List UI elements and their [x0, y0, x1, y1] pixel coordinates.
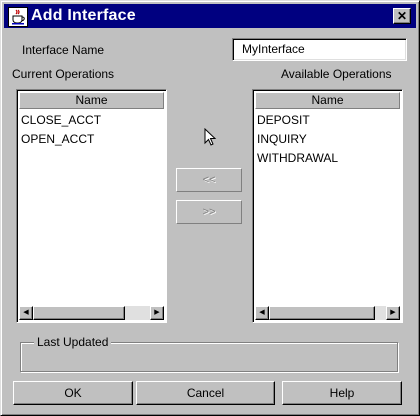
list-item[interactable]: WITHDRAWAL [255, 149, 400, 168]
available-operations-name-header[interactable]: Name [255, 92, 400, 109]
current-operations-hscrollbar[interactable]: ◀ ▶ [19, 306, 164, 320]
current-operations-label: Current Operations [12, 67, 115, 81]
window-title: Add Interface [31, 7, 136, 24]
close-button[interactable]: ✕ [393, 8, 411, 24]
last-updated-label: Last Updated [34, 335, 112, 349]
scroll-right-icon[interactable]: ▶ [386, 306, 400, 320]
mouse-pointer-icon [204, 127, 218, 151]
scroll-left-icon[interactable]: ◀ [19, 306, 33, 320]
list-item[interactable]: CLOSE_ACCT [19, 111, 164, 130]
cancel-button[interactable]: Cancel [136, 381, 275, 405]
current-operations-name-header[interactable]: Name [19, 92, 164, 109]
scroll-thumb[interactable] [33, 306, 125, 320]
interface-name-label: Interface Name [22, 43, 105, 57]
scroll-thumb[interactable] [269, 306, 375, 320]
java-coffee-cup-icon [8, 7, 28, 27]
list-item[interactable]: OPEN_ACCT [19, 130, 164, 149]
help-button[interactable]: Help [282, 381, 402, 405]
scroll-right-icon[interactable]: ▶ [150, 306, 164, 320]
available-operations-list[interactable]: Name DEPOSIT INQUIRY WITHDRAWAL ◀ ▶ [252, 89, 403, 323]
ok-button[interactable]: OK [13, 381, 133, 405]
current-operations-list[interactable]: Name CLOSE_ACCT OPEN_ACCT ◀ ▶ [16, 89, 167, 323]
title-bar[interactable]: Add Interface ✕ [4, 4, 416, 28]
list-item[interactable]: DEPOSIT [255, 111, 400, 130]
close-icon: ✕ [396, 9, 408, 23]
interface-name-field[interactable]: MyInterface [232, 38, 407, 61]
available-operations-label: Available Operations [281, 67, 392, 81]
scroll-left-icon[interactable]: ◀ [255, 306, 269, 320]
add-operation-button[interactable]: << [176, 168, 242, 192]
remove-operation-button[interactable]: >> [176, 200, 242, 224]
available-operations-hscrollbar[interactable]: ◀ ▶ [255, 306, 400, 320]
list-item[interactable]: INQUIRY [255, 130, 400, 149]
add-interface-dialog: Add Interface ✕ Interface Name MyInterfa… [0, 0, 420, 416]
